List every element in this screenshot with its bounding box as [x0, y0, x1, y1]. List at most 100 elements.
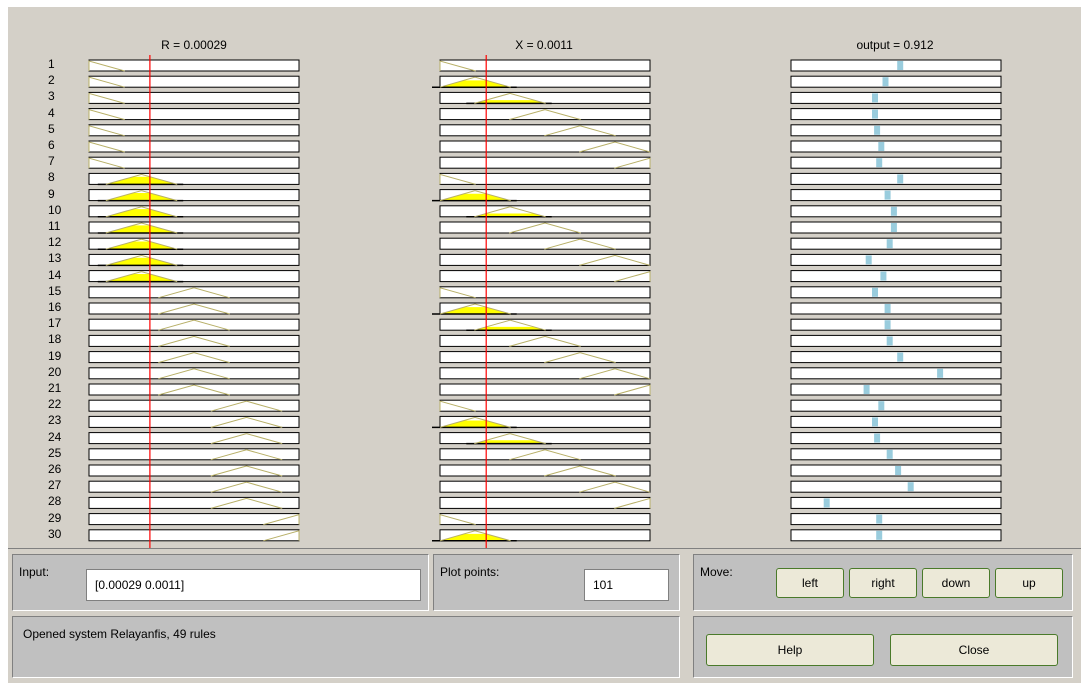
rule-cell-box	[88, 302, 300, 315]
rule-cell-box	[439, 205, 651, 218]
plot-points-field[interactable]: 101	[584, 569, 669, 601]
output-marker	[872, 417, 878, 427]
rule-cell-box	[439, 432, 651, 445]
rule-cell-box	[790, 480, 1002, 493]
output-marker	[895, 466, 902, 475]
rule-cell-box	[439, 108, 651, 121]
rule-cell-box	[439, 91, 651, 104]
rule-cell-box	[790, 448, 1002, 461]
rule-cell-box	[439, 221, 651, 234]
output-marker	[886, 449, 893, 459]
move-group: Move: left right down up	[693, 554, 1073, 611]
output-marker	[890, 206, 897, 216]
rule-cell-box	[790, 75, 1002, 88]
help-close-group: Help Close	[693, 616, 1073, 678]
output-marker	[884, 190, 891, 200]
output-marker	[872, 287, 878, 297]
help-button[interactable]: Help	[706, 634, 874, 666]
output-marker	[882, 77, 889, 87]
rule-cell-box	[790, 253, 1002, 266]
output-marker	[886, 336, 893, 346]
move-right-button[interactable]: right	[849, 568, 917, 598]
rule-cell-box	[88, 399, 300, 412]
plot-points-group: Plot points: 101	[433, 554, 680, 611]
rule-cell-box	[439, 334, 651, 347]
rule-cell-box	[439, 318, 651, 331]
output-marker	[886, 239, 893, 249]
rule-cell-box	[790, 91, 1002, 104]
output-marker	[897, 352, 904, 362]
rule-cell-box	[790, 334, 1002, 347]
rule-cell-box	[439, 464, 651, 477]
rule-viewer-window: R = 0.00029 X = 0.0011 output = 0.912 12…	[0, 0, 1081, 683]
rule-cell-box	[790, 513, 1002, 526]
rule-cell-box	[790, 496, 1002, 509]
rule-cell-box	[790, 399, 1002, 412]
rule-cell-box	[439, 237, 651, 250]
output-marker	[878, 401, 885, 411]
control-panel: Input: [0.00029 0.0011] Plot points: 101…	[8, 548, 1081, 683]
input-group: Input: [0.00029 0.0011]	[12, 554, 429, 611]
input-label: Input:	[19, 565, 50, 579]
status-group: Opened system Relayanfis, 49 rules	[12, 616, 680, 678]
rule-cell-box	[88, 351, 300, 364]
output-marker	[874, 125, 881, 135]
rules-plot	[88, 55, 1002, 548]
rule-plot-area: R = 0.00029 X = 0.0011 output = 0.912 12…	[8, 7, 1081, 548]
rule-cell-box	[790, 351, 1002, 364]
output-marker	[876, 158, 883, 168]
output-marker	[907, 482, 914, 492]
rule-cell-box	[790, 415, 1002, 428]
rule-cell-box	[790, 156, 1002, 169]
rule-cell-box	[790, 108, 1002, 121]
close-button[interactable]: Close	[890, 634, 1058, 666]
output-marker	[897, 61, 904, 70]
rule-cell-box	[88, 480, 300, 493]
output-marker	[884, 304, 891, 313]
move-down-button[interactable]: down	[922, 568, 990, 598]
rule-cell-box	[790, 270, 1002, 283]
rule-cell-box	[790, 383, 1002, 396]
rule-cell-box	[88, 464, 300, 477]
rule-cell-box	[88, 383, 300, 396]
rule-cell-box	[439, 351, 651, 364]
rule-cell-box	[790, 59, 1002, 72]
move-up-button[interactable]: up	[995, 568, 1063, 598]
rule-cell-box	[790, 172, 1002, 185]
rule-cell-box	[790, 237, 1002, 250]
rule-cell-box	[790, 140, 1002, 153]
rule-cell-box	[439, 448, 651, 461]
output-marker	[823, 498, 830, 508]
output-marker	[890, 223, 897, 232]
rule-cell-box	[790, 124, 1002, 137]
move-left-button[interactable]: left	[776, 568, 844, 598]
rule-cell-box	[88, 367, 300, 380]
rule-cell-box	[88, 318, 300, 331]
rule-cell-box	[790, 302, 1002, 315]
output-marker	[937, 368, 944, 378]
rule-cell-box	[88, 334, 300, 347]
rule-cell-box	[88, 432, 300, 445]
rule-cell-box	[790, 286, 1002, 299]
rule-cell-box	[439, 124, 651, 137]
output-marker	[865, 255, 872, 265]
input-field[interactable]: [0.00029 0.0011]	[86, 569, 421, 601]
output-marker	[880, 271, 887, 281]
output-marker	[863, 385, 870, 394]
output-marker	[872, 109, 878, 119]
output-marker	[897, 174, 904, 184]
output-marker	[878, 142, 885, 151]
rule-cell-box	[88, 415, 300, 428]
output-marker	[884, 320, 891, 330]
rule-cell-box	[88, 448, 300, 461]
move-label: Move:	[700, 565, 733, 579]
status-text: Opened system Relayanfis, 49 rules	[23, 627, 216, 641]
rule-cell-box	[790, 367, 1002, 380]
rule-cell-box	[88, 286, 300, 299]
output-marker	[874, 433, 881, 443]
rule-cell-box	[88, 496, 300, 509]
output-marker	[876, 530, 883, 540]
rule-cell-box	[790, 189, 1002, 202]
plot-points-label: Plot points:	[440, 565, 500, 579]
rule-cell-box	[790, 318, 1002, 331]
